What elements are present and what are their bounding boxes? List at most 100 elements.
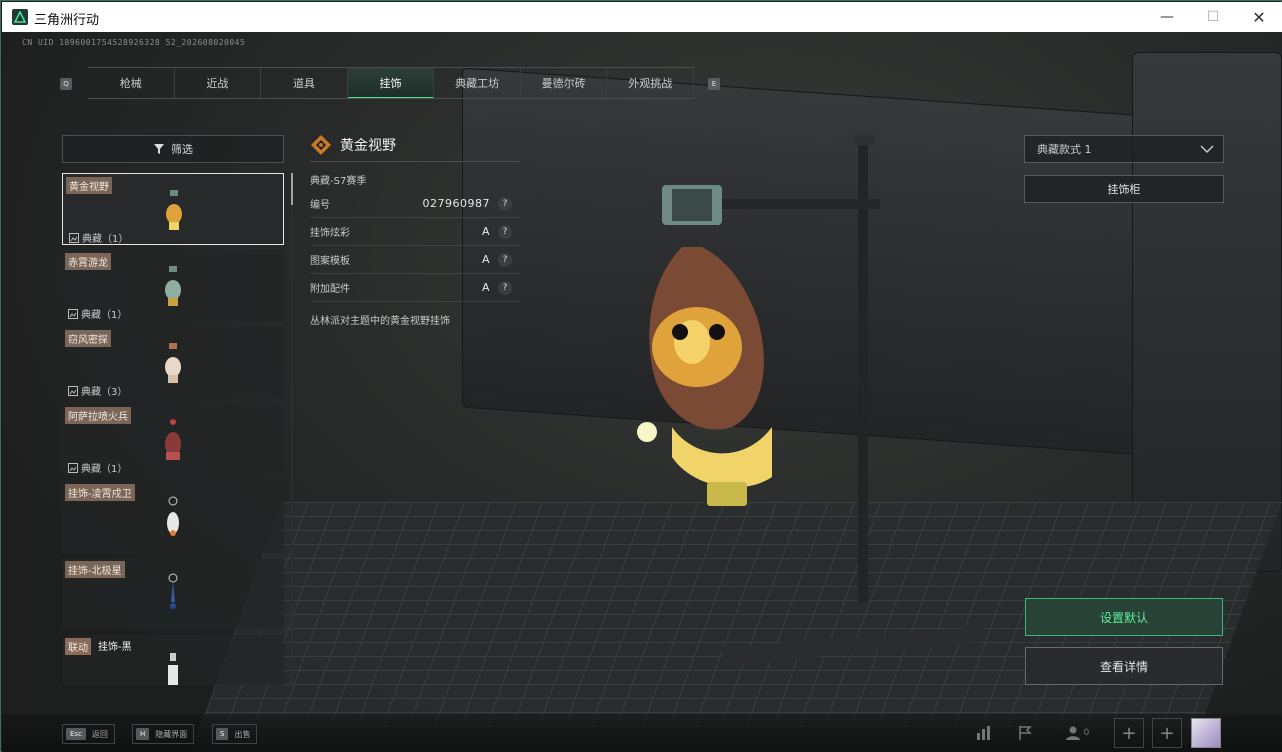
sell-label: 出售 [234,729,251,739]
tab-items[interactable]: 道具 [261,68,348,98]
detail-row-charm-color: 挂饰炫彩 A ? [310,218,520,246]
charm-cabinet-button[interactable]: 挂饰柜 [1024,175,1224,203]
charm-thumbnail-icon [165,343,181,383]
detail-description: 丛林派对主题中的黄金视野挂饰 [310,316,450,327]
charm-thumbnail-icon [168,653,178,685]
title-bar: 三角洲行动 — ☐ ✕ [2,2,1282,32]
row-label: 编号 [310,200,330,211]
charm-stand-illustration [637,135,982,665]
item-name: 挂饰-黑 [98,642,132,653]
charm-thumbnail-icon [166,190,182,230]
item-count-text: 典藏（1） [81,310,128,321]
friends-icon [1065,726,1080,740]
list-item[interactable]: 挂饰-北极星 [62,558,284,630]
key-s: S [216,728,229,740]
help-icon[interactable]: ? [498,224,512,239]
category-tabs: 枪械 近战 道具 挂饰 典藏工坊 曼德尔砖 外观挑战 [88,67,695,99]
item-name: 阿萨拉喷火兵 [65,407,131,424]
list-item[interactable]: 黄金视野 典藏（1） [62,173,284,245]
style-dropdown[interactable]: 典藏款式 1 [1024,135,1224,163]
row-value: A [481,253,490,266]
tab-prev-key-hint[interactable]: Q [60,78,72,90]
list-item[interactable]: 挂饰-凌霄戍卫 [62,481,284,553]
tab-collection-workshop[interactable]: 典藏工坊 [434,68,521,98]
list-item[interactable]: 联动 挂饰-黑 [62,635,284,685]
user-id-text: CN UID 1896001754528926328 52_2026080200… [22,38,246,47]
list-item[interactable]: 窃风密探 典藏（3） [62,327,284,399]
item-count: 典藏（1） [69,230,128,245]
style-dropdown-value: 典藏款式 1 [1037,143,1092,156]
item-name: 挂饰-北极星 [65,561,125,578]
back-button[interactable]: Esc 返回 [62,724,115,744]
hide-ui-button[interactable]: H 隐藏界面 [132,724,195,744]
background-crate [1132,52,1282,572]
charm-thumbnail-icon [165,419,181,460]
charm-thumbnail-icon [165,266,181,306]
item-name: 窃风密探 [65,330,111,347]
list-item[interactable]: 赤霄游龙 典藏（1） [62,250,284,322]
main-scene: CN UID 1896001754528926328 52_2026080200… [2,32,1282,752]
list-item[interactable]: 阿萨拉喷火兵 典藏（1） [62,404,284,476]
set-default-button[interactable]: 设置默认 [1025,598,1223,636]
item-count-text: 典藏（1） [82,234,129,245]
window-title: 三角洲行动 [34,13,100,28]
help-icon[interactable]: ? [498,280,512,295]
hide-ui-label: 隐藏界面 [155,729,188,739]
image-icon [68,385,78,396]
tab-melee[interactable]: 近战 [175,68,262,98]
row-value: A [481,281,490,294]
row-value: 027960987 [422,197,490,210]
item-count: 典藏（1） [68,306,127,321]
tab-firearms[interactable]: 枪械 [88,68,175,98]
filter-icon [154,144,164,154]
avatar[interactable] [1191,718,1221,748]
detail-season: 典藏-S7赛季 [310,176,367,187]
collection-rank-icon [311,134,331,155]
minimize-button[interactable]: — [1144,2,1190,32]
image-icon [69,232,79,243]
app-window: 三角洲行动 — ☐ ✕ CN UID 1896001754528926328 5… [0,0,1282,752]
filter-button[interactable]: 筛选 [62,135,284,163]
help-icon[interactable]: ? [498,252,512,267]
item-count-text: 典藏（3） [81,387,128,398]
item-count-text: 典藏（1） [81,464,128,475]
row-label: 图案模板 [310,256,350,267]
view-details-button[interactable]: 查看详情 [1025,647,1223,685]
key-h: H [136,728,150,740]
add-teammate-button[interactable]: + [1114,718,1144,748]
friend-count: 0 [1083,728,1090,738]
row-label: 挂饰炫彩 [310,228,350,239]
detail-title: 黄金视野 [340,137,396,154]
image-icon [68,308,78,319]
chevron-down-icon [1200,145,1214,154]
tab-mandel-brick[interactable]: 曼德尔砖 [521,68,608,98]
detail-row-pattern: 图案模板 A ? [310,246,520,274]
tab-appearance-challenge[interactable]: 外观挑战 [607,68,695,98]
list-scrollbar[interactable] [291,173,293,685]
detail-panel: 黄金视野 典藏-S7赛季 编号 027960987 ? 挂饰炫彩 A ? 图案模… [310,128,520,327]
tab-charms[interactable]: 挂饰 [347,68,435,98]
bottom-bar: Esc 返回 H 隐藏界面 S 出售 0 + + [2,714,1282,752]
detail-row-serial: 编号 027960987 ? [310,190,520,218]
maximize-button[interactable]: ☐ [1190,2,1236,32]
item-count: 典藏（1） [68,460,127,475]
charm-thumbnail-icon [168,573,178,609]
sell-button[interactable]: S 出售 [212,724,258,744]
tab-next-key-hint[interactable]: E [708,78,720,90]
add-teammate-button[interactable]: + [1152,718,1182,748]
close-button[interactable]: ✕ [1236,2,1282,32]
filter-label: 筛选 [171,143,193,156]
item-name: 挂饰-凌霄戍卫 [65,484,135,501]
item-count: 典藏（3） [68,383,127,398]
help-icon[interactable]: ? [498,196,512,211]
item-collab-tag: 联动 [65,638,91,655]
detail-header: 黄金视野 [310,128,520,162]
image-icon [68,462,78,473]
list-scrollbar-thumb[interactable] [291,173,293,205]
flag-icon[interactable] [1010,718,1040,748]
friends-button[interactable]: 0 [1057,718,1097,748]
row-label: 附加配件 [310,284,350,295]
app-logo-icon [12,9,28,25]
charm-list: 黄金视野 典藏（1） 赤霄游龙 典藏（1） 窃风密探 典藏（3） 阿萨拉喷火兵 … [62,173,284,685]
stats-icon[interactable] [969,718,999,748]
